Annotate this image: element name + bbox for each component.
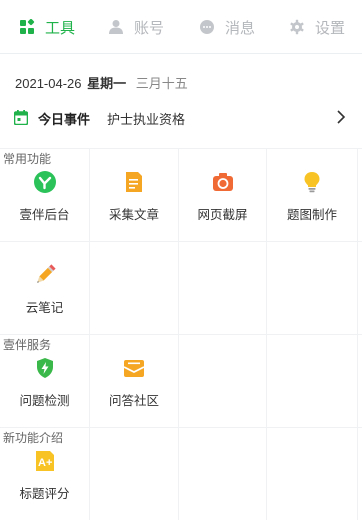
section-service-row: 壹伴服务 问题检测 问答社区 xyxy=(0,334,362,427)
section-common-row-2: 云笔记 xyxy=(0,241,362,334)
tool-label: 壹伴后台 xyxy=(19,208,70,222)
svg-text:A+: A+ xyxy=(38,457,52,469)
envelope-icon xyxy=(123,357,145,379)
chat-icon xyxy=(199,19,215,35)
empty-cell xyxy=(179,242,267,334)
today-event-text: 护士执业资格 xyxy=(107,112,186,127)
chevron-right-icon xyxy=(336,109,346,130)
tool-label: 问答社区 xyxy=(108,394,159,408)
tool-collect-article[interactable]: 采集文章 xyxy=(90,149,179,241)
empty-cell xyxy=(267,428,358,520)
tool-label: 问题检测 xyxy=(19,394,70,408)
tab-messages[interactable]: 消息 xyxy=(199,15,255,39)
tool-label: 标题评分 xyxy=(19,487,70,501)
section-title-service: 壹伴服务 xyxy=(3,336,54,353)
section-title-new-features: 新功能介绍 xyxy=(3,429,66,446)
section-title-common: 常用功能 xyxy=(3,150,54,167)
today-event-label: 今日事件 xyxy=(38,112,91,127)
shield-bolt-icon xyxy=(34,357,56,379)
tool-grid: 常用功能 壹伴后台 采集文章 网页截屏 题图制作 云笔记 壹伴服务 问题检测 问… xyxy=(0,148,362,520)
weekday-text: 星期一 xyxy=(87,76,127,91)
empty-cell xyxy=(267,335,358,427)
date-line: 2021-04-26 星期一 三月十五 xyxy=(15,73,188,92)
a-plus-icon: A+ xyxy=(34,450,56,472)
lunar-date-text: 三月十五 xyxy=(135,76,188,91)
tab-settings[interactable]: 设置 xyxy=(289,15,345,39)
tool-label: 采集文章 xyxy=(108,208,159,222)
lightbulb-icon xyxy=(301,171,323,193)
tab-tools-label: 工具 xyxy=(45,19,76,37)
camera-icon xyxy=(212,171,234,193)
tab-messages-label: 消息 xyxy=(225,19,256,37)
tab-account[interactable]: 账号 xyxy=(108,15,164,39)
section-new-features-row: 新功能介绍 A+ 标题评分 xyxy=(0,427,362,520)
tab-account-label: 账号 xyxy=(134,19,165,37)
tool-label: 云笔记 xyxy=(25,301,64,315)
pencil-icon xyxy=(34,264,56,286)
calendar-icon xyxy=(13,110,29,126)
tab-settings-label: 设置 xyxy=(315,19,346,37)
document-icon xyxy=(123,171,145,193)
tab-tools[interactable]: 工具 xyxy=(19,15,75,39)
grid-icon xyxy=(19,18,35,35)
gear-icon xyxy=(289,19,305,35)
empty-cell xyxy=(179,335,267,427)
section-common-row-1: 常用功能 壹伴后台 采集文章 网页截屏 题图制作 xyxy=(0,148,362,241)
tool-cloud-notes[interactable]: 云笔记 xyxy=(0,242,90,334)
empty-cell xyxy=(90,242,179,334)
empty-cell xyxy=(267,242,358,334)
tool-qa-community[interactable]: 问答社区 xyxy=(90,335,179,427)
checkmark-logo-icon xyxy=(33,171,56,193)
tool-cover-image[interactable]: 题图制作 xyxy=(267,149,358,241)
date-text: 2021-04-26 xyxy=(15,76,82,91)
tool-web-screenshot[interactable]: 网页截屏 xyxy=(179,149,267,241)
tool-label: 网页截屏 xyxy=(197,208,248,222)
empty-cell xyxy=(179,428,267,520)
tool-label: 题图制作 xyxy=(286,208,337,222)
today-event-row[interactable]: 今日事件 护士执业资格 xyxy=(0,103,362,133)
user-icon xyxy=(108,19,124,35)
empty-cell xyxy=(90,428,179,520)
top-tab-bar: 工具 账号 消息 设置 xyxy=(0,0,362,54)
